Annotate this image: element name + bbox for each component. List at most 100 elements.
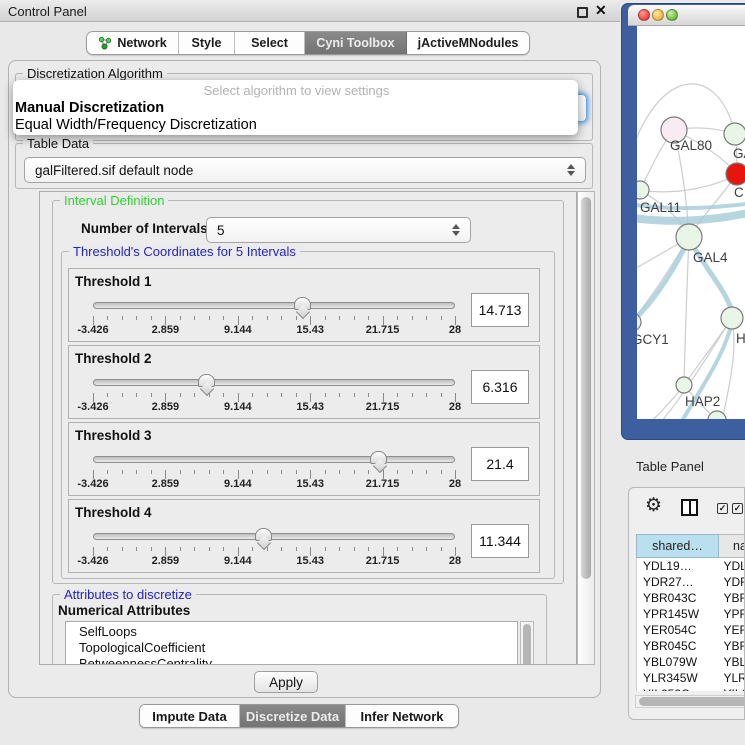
scrollbar-thumb[interactable] [639,697,745,706]
node-table: shared… na YDL19…YDL1YDR27…YDR2YBR043CYB… [636,534,745,691]
zoom-traffic-light-icon[interactable] [666,9,678,21]
table-row[interactable]: YER054CYER0 [637,622,745,638]
close-traffic-light-icon[interactable] [638,9,650,21]
float-window-icon[interactable] [577,7,588,18]
network-node-label: C [734,185,744,200]
attributes-list-scrollbar[interactable] [520,621,534,665]
table-row[interactable]: YBR045CYBR0 [637,638,745,654]
threshold-4-value[interactable]: 11.344 [471,524,529,558]
table-cell: YER0 [719,622,745,638]
checkbox-icon[interactable]: ✓ [732,503,743,514]
network-node[interactable] [676,377,692,393]
tick-label: 15.43 [296,478,324,490]
tab-label: Discretize Data [246,709,339,724]
cyni-toolbox-panel: Discretization Algorithm Table Data galF… [8,60,601,698]
combo-spinner-icon [452,224,460,236]
table-row[interactable]: YBL079WYBL0 [637,654,745,670]
table-data-combobox[interactable]: galFiltered.sif default node [24,157,586,183]
table-row[interactable]: YDL19…YDL1 [637,558,745,574]
threshold-1-value[interactable]: 14.713 [471,293,529,327]
scrollbar-thumb[interactable] [581,197,591,579]
network-window-titlebar[interactable] [628,5,745,26]
table-data-title: Table Data [23,136,93,151]
attributes-group: Attributes to discretize Numerical Attri… [52,594,547,665]
table-horizontal-scrollbar[interactable] [635,695,745,708]
threshold-4-slider[interactable] [93,533,455,540]
thresholds-group: Threshold's Coordinates for 5 Intervals … [61,251,555,579]
tab-impute-data[interactable]: Impute Data [140,705,240,727]
tab-cyni-toolbox[interactable]: Cyni Toolbox [305,32,407,54]
attributes-group-title: Attributes to discretize [60,587,196,602]
threshold-label: Threshold 2 [75,351,152,366]
table-cell: YBR0 [719,590,745,606]
tab-discretize-data[interactable]: Discretize Data [240,705,346,727]
tab-jactivemnodules[interactable]: jActiveMNodules [407,32,529,54]
gear-icon[interactable]: ⚙ [645,494,662,517]
threshold-label: Threshold 3 [75,428,152,443]
tick-label: 21.715 [366,324,400,336]
settings-vertical-scrollbar[interactable] [577,191,595,665]
checkbox-icon[interactable]: ✓ [717,503,728,514]
tick-label: -3.426 [77,478,108,490]
algorithm-dropdown-popup: Select algorithm to view settings Manual… [13,80,578,135]
close-icon[interactable]: ✕ [595,2,607,19]
interval-definition-group: Interval Definition Number of Intervals … [52,200,564,584]
tab-style[interactable]: Style [179,32,235,54]
menu-item-manual-discretization[interactable]: Manual Discretization [15,100,578,117]
tick-label: -3.426 [77,324,108,336]
threshold-3-value[interactable]: 21.4 [471,447,529,481]
slider-thumb[interactable] [255,528,272,541]
bottom-tab-bar: Impute Data Discretize Data Infer Networ… [139,704,459,728]
table-row[interactable]: YPR145WYPR1 [637,606,745,622]
window-title: Control Panel [8,4,87,19]
table-row[interactable]: YIL052CYIL0 [637,686,745,691]
apply-button[interactable]: Apply [254,671,318,693]
tab-label: Impute Data [152,709,226,724]
tab-select[interactable]: Select [235,32,305,54]
tick-label: 15.43 [296,555,324,567]
tick-label: 21.715 [366,478,400,490]
control-panel-titlebar: Control Panel ✕ [0,0,620,22]
list-item[interactable]: TopologicalCoefficient [79,640,517,656]
table-data-group: Table Data galFiltered.sif default node [15,143,593,189]
network-node[interactable] [721,307,743,329]
settings-scroll-area: Interval Definition Number of Intervals … [39,191,577,665]
table-row[interactable]: YLR345WYLR3 [637,670,745,686]
network-node[interactable] [637,181,649,199]
columns-icon[interactable] [681,499,698,516]
threshold-2-slider[interactable] [93,379,455,386]
threshold-1-slider[interactable] [93,302,455,309]
minimize-traffic-light-icon[interactable] [652,9,664,21]
slider-tick-labels: -3.4262.8599.14415.4321.71528 [93,555,455,568]
column-header-name[interactable]: na [719,534,745,558]
tab-infer-network[interactable]: Infer Network [346,705,458,727]
table-row[interactable]: YDR27…YDR2 [637,574,745,590]
list-item[interactable]: SelfLoops [79,624,517,640]
number-of-intervals-combobox[interactable]: 5 [206,217,471,243]
top-tab-bar: Network Style Select Cyni Toolbox jActiv… [86,31,530,55]
network-canvas[interactable]: GAL80GACGAL11GAL4GCY1HHAP2 [637,26,745,419]
numerical-attributes-list[interactable]: SelfLoops TopologicalCoefficient Between… [65,621,518,665]
slider-thumb[interactable] [294,297,311,310]
table-panel-title: Table Panel [636,459,704,474]
number-of-intervals-value: 5 [217,223,225,238]
network-node[interactable] [726,163,745,185]
table-data-selected: galFiltered.sif default node [35,163,193,178]
network-node[interactable] [724,123,745,145]
tab-label: jActiveMNodules [418,36,519,50]
network-node-label: GA [733,146,745,161]
table-cell: YIL0 [719,686,745,691]
slider-thumb[interactable] [370,451,387,464]
network-node-label: GAL80 [670,138,712,153]
tick-label: 15.43 [296,401,324,413]
slider-thumb[interactable] [198,374,215,387]
list-item[interactable]: BetweennessCentrality [79,656,517,665]
threshold-2-value[interactable]: 6.316 [471,370,529,404]
menu-item-equal-width-frequency[interactable]: Equal Width/Frequency Discretization [15,117,578,134]
thresholds-group-title: Threshold's Coordinates for 5 Intervals [69,244,300,259]
table-row[interactable]: YBR043CYBR0 [637,590,745,606]
column-header-shared-name[interactable]: shared… [636,534,719,558]
threshold-3-slider[interactable] [93,456,455,463]
tab-network[interactable]: Network [87,32,179,54]
network-node[interactable] [676,224,702,250]
